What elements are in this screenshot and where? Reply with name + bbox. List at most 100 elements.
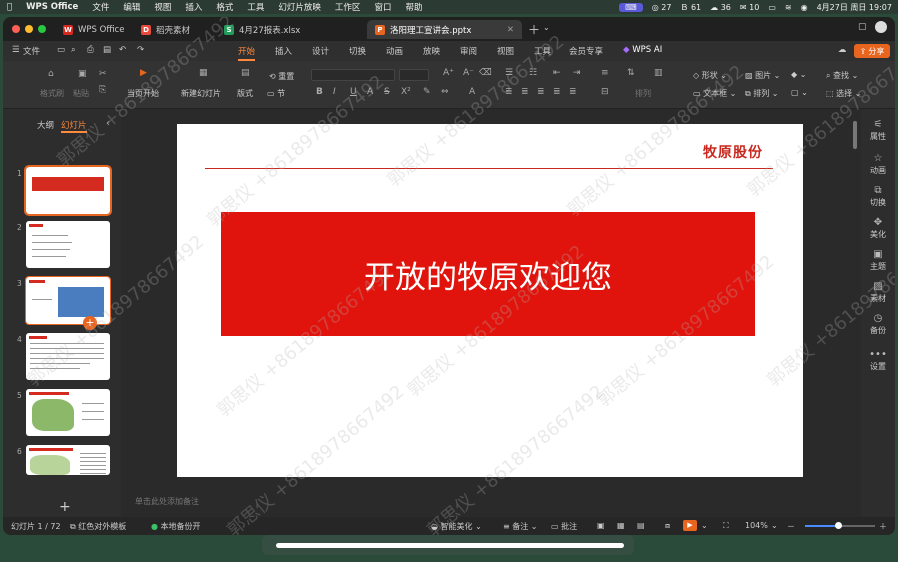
print-icon[interactable]: ⎙ (87, 45, 94, 55)
new-slide-plus-icon[interactable]: + (59, 499, 71, 515)
picture-button[interactable]: ▨ 图片 ⌄ (745, 70, 780, 81)
slide-thumbnail-3[interactable] (25, 276, 111, 325)
menu-hamburger-icon[interactable]: ☰ (12, 45, 20, 55)
char-spacing-icon[interactable]: ⇔ (441, 87, 449, 97)
slide-thumbnail-1[interactable] (24, 165, 112, 216)
slide-thumbnail-5[interactable] (26, 389, 110, 436)
backup-indicator[interactable]: ● 本地备份开 (151, 521, 201, 532)
underline-icon[interactable]: U (350, 87, 357, 97)
tab-tools[interactable]: 工具 (534, 45, 551, 57)
sorter-view-icon[interactable]: ▦ (617, 521, 625, 530)
sidebar-item-backup[interactable]: ◷ 备份 (861, 313, 895, 336)
line-spacing-icon[interactable]: ≡ (601, 68, 609, 78)
sidebar-item-transition[interactable]: ⧉ 切换 (861, 185, 895, 208)
clear-format-icon[interactable]: ⌫ (479, 68, 492, 78)
title-banner[interactable]: 开放的牧原欢迎您 (221, 212, 755, 336)
add-slide-icon[interactable]: + (83, 316, 97, 330)
font-size-select[interactable] (399, 69, 429, 81)
sidebar-item-settings[interactable]: ••• 设置 (861, 349, 895, 372)
sidebar-item-animation[interactable]: ☆ 动画 (861, 153, 895, 176)
paste-button[interactable]: 粘贴 (73, 88, 89, 99)
bold-icon[interactable]: B (316, 87, 323, 97)
window-layout-icon[interactable]: ▢ (858, 22, 867, 32)
new-doc-icon[interactable]: ▭ (57, 45, 65, 55)
bullet-list-icon[interactable]: ☰ (505, 68, 513, 78)
cut-icon[interactable]: ✂ (99, 69, 107, 79)
editor-scrollbar[interactable] (853, 121, 857, 149)
section-button[interactable]: ▭ 节 (267, 88, 285, 99)
font-grow-icon[interactable]: A⁺ (443, 68, 454, 78)
template-indicator[interactable]: ⧉ 红色对外模板 (70, 521, 126, 532)
tab-spreadsheet[interactable]: S 4月27报表.xlsx (216, 20, 308, 39)
text-arrange-button[interactable]: 排列 (635, 88, 651, 99)
align-center-icon[interactable]: ≣ (521, 87, 529, 97)
close-window-button[interactable] (12, 25, 20, 33)
sidebar-item-material[interactable]: ▨ 素材 (861, 281, 895, 304)
tab-dropdown-icon[interactable]: ⌄ (543, 23, 550, 32)
zoom-slider[interactable] (805, 522, 875, 529)
highlight-icon[interactable]: ✎ (423, 87, 431, 97)
avatar[interactable] (875, 21, 887, 33)
sidebar-item-theme[interactable]: ▣ 主题 (861, 249, 895, 272)
play-from-current-button[interactable]: 当页开始 (127, 88, 159, 99)
shape-button[interactable]: ◇ 形状 ⌄ (693, 70, 727, 81)
tab-animation[interactable]: 动画 (386, 45, 403, 57)
tab-design[interactable]: 设计 (312, 45, 329, 57)
undo-icon[interactable]: ↶ (119, 45, 126, 55)
outline-button[interactable]: ▢ ⌄ (791, 88, 808, 97)
numbered-list-icon[interactable]: ☷ (529, 68, 537, 78)
superscript-icon[interactable]: X² (401, 87, 411, 97)
italic-icon[interactable]: I (333, 87, 336, 97)
tab-home[interactable]: 开始 (238, 45, 256, 61)
tab-docer[interactable]: D 稻壳素材 (133, 20, 198, 39)
close-tab-icon[interactable]: ✕ (507, 25, 514, 35)
distribute-icon[interactable]: ≣ (569, 87, 577, 97)
tab-review[interactable]: 审阅 (460, 45, 477, 57)
slide-thumbnail-2[interactable] (26, 221, 110, 268)
strikethrough-icon[interactable]: S (384, 87, 390, 97)
menu-insert[interactable]: 插入 (178, 1, 209, 13)
status-item-3[interactable]: ☁ 36 (710, 3, 731, 12)
menubar-app-name[interactable]: WPS Office (19, 2, 85, 12)
menu-help[interactable]: 帮助 (398, 1, 429, 13)
battery-icon[interactable]: ▭ (768, 3, 776, 12)
tab-presentation[interactable]: P 洛阳理工宣讲会.pptx ✕ (367, 20, 522, 39)
redo-icon[interactable]: ↷ (137, 45, 144, 55)
indent-decrease-icon[interactable]: ⇤ (553, 68, 561, 78)
preview-icon[interactable]: ▤ (103, 45, 111, 55)
share-button[interactable]: ⇪ 分享 (854, 44, 890, 58)
cloud-sync-icon[interactable]: ☁ (838, 45, 847, 55)
align-text-icon[interactable]: ⊟ (601, 87, 609, 97)
indent-increase-icon[interactable]: ⇥ (573, 68, 581, 78)
text-shadow-icon[interactable]: A (367, 87, 373, 97)
play-slideshow-button[interactable]: ▶ (683, 520, 697, 531)
tab-insert[interactable]: 插入 (275, 45, 292, 57)
zoom-dropdown-icon[interactable]: ⌄ (771, 521, 778, 530)
comments-button[interactable]: ▭ 批注 (551, 521, 577, 532)
slideshow-dropdown-icon[interactable]: ⌄ (701, 521, 708, 530)
textbox-button[interactable]: ▭ 文本框 ⌄ (693, 88, 736, 99)
minimize-window-button[interactable] (25, 25, 33, 33)
menu-file[interactable]: 文件 (85, 1, 116, 13)
menu-slideshow[interactable]: 幻灯片放映 (271, 1, 328, 13)
notes-placeholder[interactable]: 单击此处添加备注 (135, 496, 199, 507)
sidebar-item-properties[interactable]: ⚟ 属性 (861, 119, 895, 142)
collapse-panel-icon[interactable]: ‹ (106, 118, 110, 129)
align-left-icon[interactable]: ≣ (505, 87, 513, 97)
status-item-1[interactable]: ◎ 27 (652, 3, 672, 12)
current-slide[interactable]: 牧原股份 开放的牧原欢迎您 (177, 124, 803, 477)
font-shrink-icon[interactable]: A⁻ (463, 68, 474, 78)
slide-thumbnail-6[interactable] (26, 445, 110, 475)
tab-slides[interactable]: 幻灯片 (61, 119, 87, 133)
columns-icon[interactable]: ▥ (654, 68, 663, 78)
status-item-2[interactable]: Ｂ 61 (680, 2, 701, 13)
zoom-slider-handle[interactable] (835, 522, 842, 529)
menu-tools[interactable]: 工具 (240, 1, 271, 13)
tab-view[interactable]: 视图 (497, 45, 514, 57)
sidebar-item-beautify[interactable]: ✥ 美化 (861, 217, 895, 240)
fit-to-window-icon[interactable]: ⛶ (723, 521, 729, 531)
slide-title[interactable]: 开放的牧原欢迎您 (364, 252, 612, 297)
reset-button[interactable]: ⟲ 重置 (269, 71, 294, 82)
tab-membership[interactable]: 会员专享 (569, 45, 603, 57)
zoom-window-button[interactable] (38, 25, 46, 33)
